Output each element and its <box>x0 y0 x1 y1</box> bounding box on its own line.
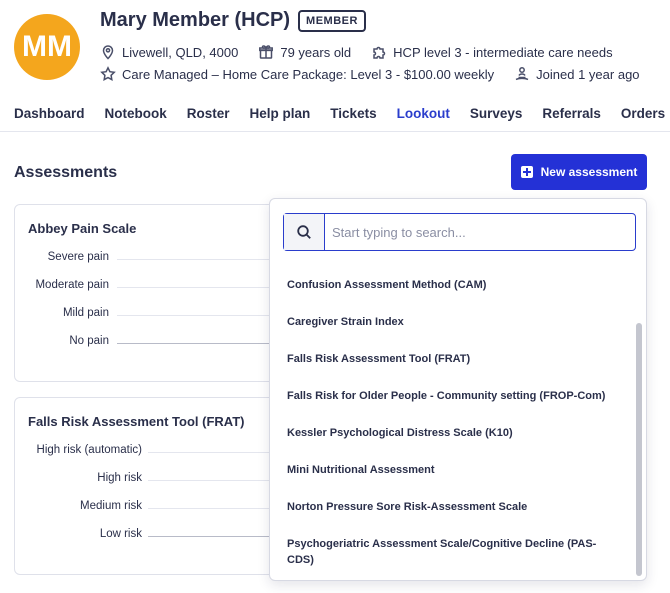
assessment-picker-dropdown: Confusion Assessment Method (CAM) Caregi… <box>269 198 647 581</box>
scrollbar-thumb[interactable] <box>636 323 642 576</box>
care-level-text: HCP level 3 - intermediate care needs <box>393 44 613 60</box>
search-box <box>283 213 636 251</box>
card-title: Abbey Pain Scale <box>28 221 137 236</box>
list-item[interactable]: Falls Risk Assessment Tool (FRAT) <box>287 351 617 367</box>
assessments-title: Assessments <box>14 164 118 181</box>
puzzle-icon <box>373 46 386 59</box>
location-text: Livewell, QLD, 4000 <box>122 44 239 60</box>
tab-help-plan[interactable]: Help plan <box>250 94 311 131</box>
list-item[interactable]: Kessler Psychological Distress Scale (K1… <box>287 425 617 441</box>
map-pin-icon <box>102 45 114 60</box>
profile-name: Mary Member (HCP) <box>100 9 291 31</box>
list-item[interactable]: Caregiver Strain Index <box>287 314 617 330</box>
profile-meta-row-2: Care Managed – Home Care Package: Level … <box>100 66 660 82</box>
scrollbar-track[interactable] <box>636 265 642 578</box>
tab-notebook[interactable]: Notebook <box>105 94 167 131</box>
list-item[interactable]: Norton Pressure Sore Risk-Assessment Sca… <box>287 499 617 515</box>
location-meta: Livewell, QLD, 4000 <box>100 44 238 60</box>
profile-meta-row-1: Livewell, QLD, 4000 79 years old HCP lev… <box>100 44 633 60</box>
care-level-meta: HCP level 3 - intermediate care needs <box>371 44 613 60</box>
new-assessment-button[interactable]: New assessment <box>511 154 647 190</box>
tab-roster[interactable]: Roster <box>187 94 230 131</box>
tab-tickets[interactable]: Tickets <box>330 94 376 131</box>
scale-label: Moderate pain <box>35 279 109 291</box>
card-title: Falls Risk Assessment Tool (FRAT) <box>28 414 245 429</box>
tab-lookout[interactable]: Lookout <box>397 94 450 131</box>
list-item[interactable]: Falls Risk for Older People - Community … <box>287 388 617 404</box>
tab-referrals[interactable]: Referrals <box>542 94 601 131</box>
age-meta: 79 years old <box>258 44 351 60</box>
search-icon-box <box>284 214 325 250</box>
search-icon <box>297 225 311 239</box>
star-icon <box>100 66 116 81</box>
gift-icon <box>259 45 274 59</box>
scale-label: Severe pain <box>47 251 109 263</box>
scale-label: High risk (automatic) <box>36 444 142 456</box>
scale-label: Medium risk <box>80 500 142 512</box>
search-input[interactable] <box>325 214 635 250</box>
nav-tabs: Dashboard Notebook Roster Help plan Tick… <box>0 94 670 132</box>
plus-icon <box>520 166 533 178</box>
age-text: 79 years old <box>280 44 352 60</box>
joined-text: Joined 1 year ago <box>536 66 640 82</box>
list-item[interactable]: Confusion Assessment Method (CAM) <box>287 277 617 293</box>
package-meta: Care Managed – Home Care Package: Level … <box>100 66 494 82</box>
scale-label: Mild pain <box>62 307 109 319</box>
package-text: Care Managed – Home Care Package: Level … <box>122 66 495 82</box>
list-item[interactable]: Psychogeriatric Assessment Scale/Cogniti… <box>287 536 617 568</box>
tab-surveys[interactable]: Surveys <box>470 94 523 131</box>
scale-label: Low risk <box>99 528 142 540</box>
scale-label: No pain <box>69 335 109 347</box>
tab-dashboard[interactable]: Dashboard <box>14 94 85 131</box>
scale-label: High risk <box>97 472 142 484</box>
person-joined-icon <box>515 67 529 81</box>
joined-meta: Joined 1 year ago <box>514 66 640 82</box>
member-badge: MEMBER <box>298 9 366 32</box>
avatar: MM <box>14 14 80 80</box>
profile-name-row: Mary Member (HCP) MEMBER <box>100 9 366 32</box>
list-item[interactable]: Mini Nutritional Assessment <box>287 462 617 478</box>
tab-orders[interactable]: Orders <box>621 94 665 131</box>
new-assessment-label: New assessment <box>540 165 638 179</box>
